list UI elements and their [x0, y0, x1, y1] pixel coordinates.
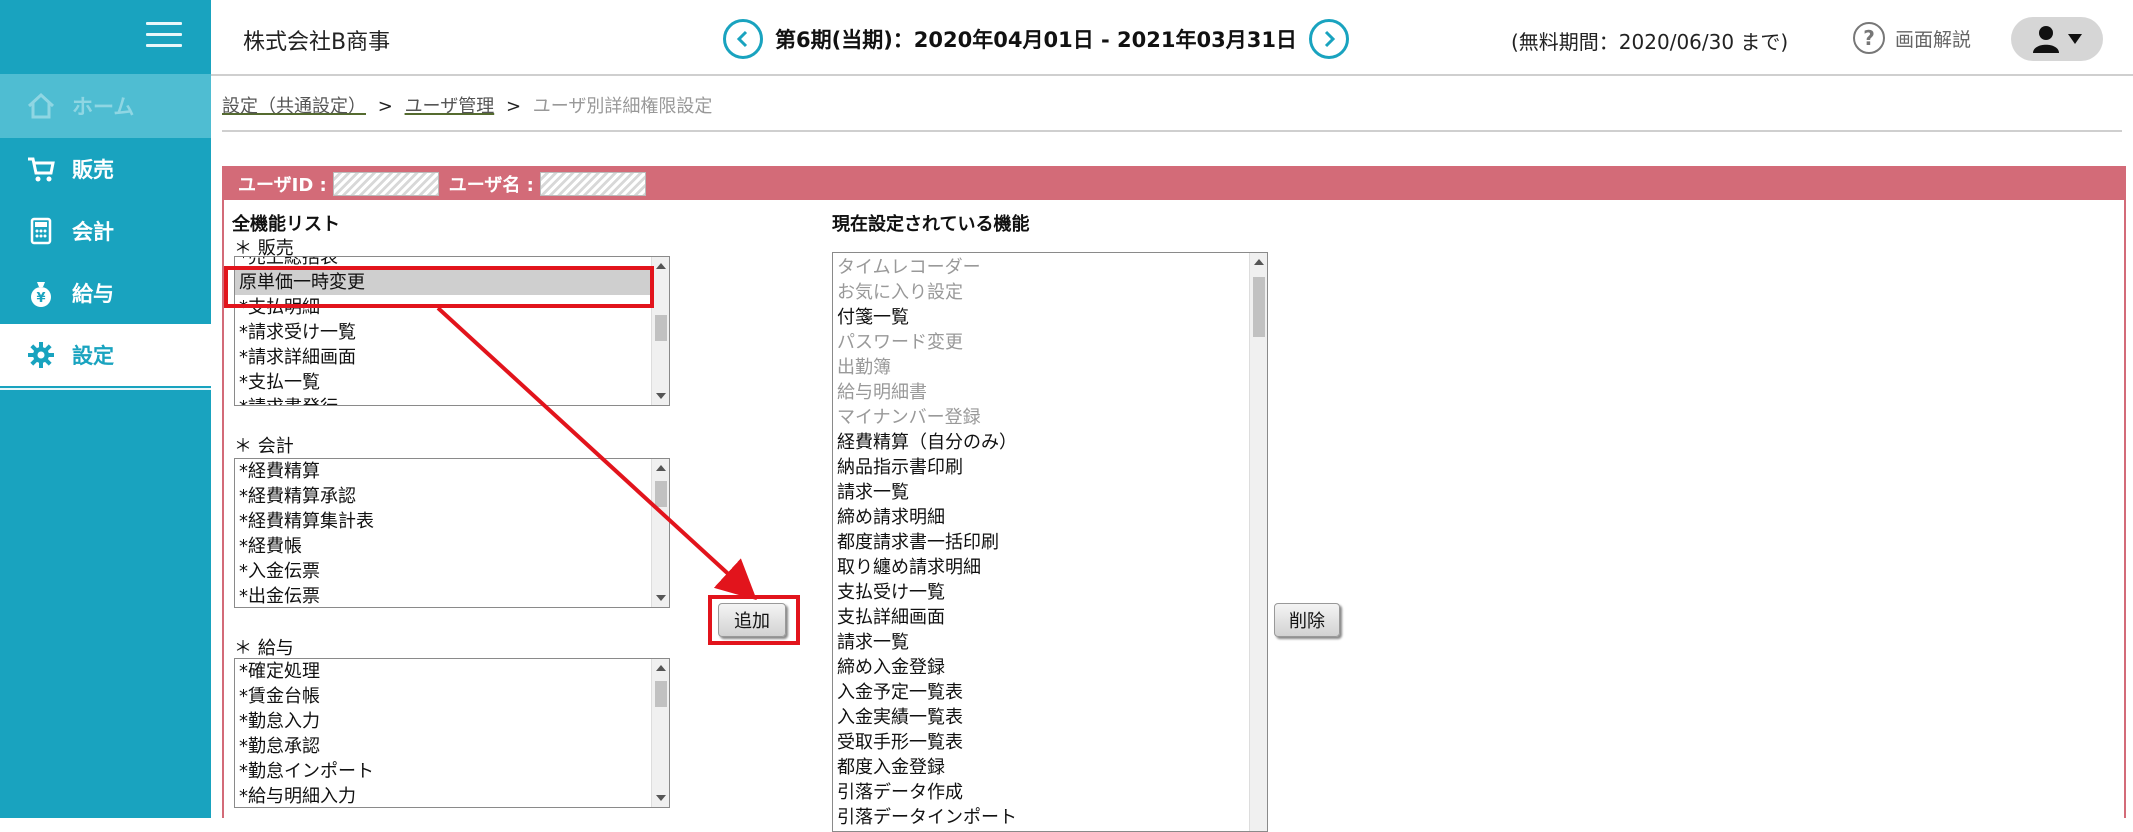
list-item[interactable]: 納品指示書印刷	[833, 455, 1267, 480]
cart-icon	[26, 154, 56, 184]
calculator-icon	[26, 216, 56, 246]
sidebar-item-home[interactable]: ホーム	[0, 74, 211, 138]
company-name: 株式会社B商事	[243, 30, 391, 55]
help-label: 画面解説	[1895, 28, 1972, 51]
sidebar-item-settings[interactable]: 設定	[0, 324, 211, 386]
list-item[interactable]: *給与明細入力	[235, 784, 669, 807]
trial-period: (無料期間：2020/06/30 まで)	[1511, 30, 1789, 54]
highlight-add-button	[708, 595, 800, 645]
sidebar-item-label: 販売	[72, 158, 114, 182]
list-item[interactable]: *支払一覧	[235, 370, 669, 395]
list-item[interactable]: 受取手形一覧表	[833, 730, 1267, 755]
caret-down-icon	[2068, 34, 2082, 44]
question-icon: ?	[1853, 22, 1885, 54]
user-info-bar: ユーザID : ユーザ名 :	[224, 168, 2124, 200]
sidebar-item-sales[interactable]: 販売	[0, 138, 211, 200]
list-item[interactable]: 請求一覧	[833, 480, 1267, 505]
chevron-right-icon	[1324, 30, 1336, 48]
breadcrumb-current: ユーザ別詳細権限設定	[532, 96, 713, 117]
sidebar-item-label: 設定	[72, 344, 114, 368]
list-item[interactable]: *勤怠入力	[235, 709, 669, 734]
breadcrumb-user-management[interactable]: ユーザ管理	[405, 96, 495, 117]
sidebar-item-payroll[interactable]: ¥ 給与	[0, 262, 211, 324]
list-item[interactable]: *経費精算集計表	[235, 509, 669, 534]
list-item[interactable]: 締め入金登録	[833, 655, 1267, 680]
user-icon	[2033, 26, 2059, 53]
menu-toggle-icon[interactable]	[146, 22, 182, 52]
current-function-list[interactable]: タイムレコーダー お気に入り設定 付箋一覧 パスワード変更 出勤簿 給与明細書 マイナンバー…	[832, 252, 1268, 832]
list-item[interactable]: *請求詳細画面	[235, 345, 669, 370]
list-item[interactable]: 都度請求書一括印刷	[833, 530, 1267, 555]
sidebar: ホーム 販売 会計 ¥ 給与 設定	[0, 0, 211, 818]
scrollbar[interactable]	[651, 659, 669, 807]
list-item[interactable]: *請求受け一覧	[235, 320, 669, 345]
next-period-button[interactable]	[1308, 19, 1349, 59]
list-item[interactable]: *入金伝票	[235, 559, 669, 584]
prev-period-button[interactable]	[723, 19, 763, 59]
breadcrumb-settings[interactable]: 設定（共通設定）	[222, 96, 366, 117]
breadcrumb-separator: >	[505, 96, 522, 117]
home-icon	[26, 91, 56, 121]
list-item[interactable]: *経費精算承認	[235, 484, 669, 509]
sidebar-divider	[0, 388, 211, 390]
scrollbar[interactable]	[651, 459, 669, 607]
period-text: 第6期(当期)：2020年04月01日 - 2021年03月31日	[775, 28, 1297, 52]
gear-icon	[26, 340, 56, 370]
group-label-accounting: ＊ 会計	[234, 436, 294, 457]
list-item[interactable]: *請求書発行	[235, 395, 669, 405]
list-item[interactable]: *経費精算	[235, 459, 669, 484]
group-label-payroll: ＊ 給与	[234, 638, 294, 659]
list-item[interactable]: 都度入金登録	[833, 755, 1267, 780]
list-item[interactable]: 支払詳細画面	[833, 605, 1267, 630]
help-link[interactable]: ? 画面解説	[1853, 22, 1971, 54]
list-item[interactable]: パスワード変更	[833, 330, 1267, 355]
highlight-selected-item	[224, 266, 654, 308]
list-item[interactable]: *勤怠インポート	[235, 759, 669, 784]
header: 株式会社B商事 第6期(当期)：2020年04月01日 - 2021年03月31…	[211, 0, 2133, 76]
list-item[interactable]: *経費帳	[235, 534, 669, 559]
all-functions-title: 全機能リスト	[232, 214, 340, 235]
user-menu-button[interactable]	[2011, 17, 2103, 61]
list-item[interactable]: タイムレコーダー	[833, 255, 1267, 280]
current-functions-title: 現在設定されている機能	[832, 214, 1030, 235]
svg-text:¥: ¥	[36, 291, 45, 306]
breadcrumb-separator: >	[377, 96, 393, 117]
list-item[interactable]: 給与明細書	[833, 380, 1267, 405]
breadcrumb: 設定（共通設定） > ユーザ管理 > ユーザ別詳細権限設定	[222, 92, 2122, 132]
sidebar-item-accounting[interactable]: 会計	[0, 200, 211, 262]
delete-button[interactable]: 削除	[1274, 603, 1340, 637]
payroll-function-list[interactable]: *確定処理 *賃金台帳 *勤怠入力 *勤怠承認 *勤怠インポート *給与明細入力	[234, 658, 670, 808]
list-item[interactable]: 入金実績一覧表	[833, 705, 1267, 730]
list-item[interactable]: *確定処理	[235, 659, 669, 684]
list-item[interactable]: *出金伝票	[235, 584, 669, 607]
user-name-label: ユーザ名 :	[448, 175, 534, 196]
list-item[interactable]: 締め請求明細	[833, 505, 1267, 530]
masked-user-name	[539, 172, 646, 196]
list-item[interactable]: マイナンバー登録	[833, 405, 1267, 430]
scrollbar[interactable]	[1249, 253, 1267, 831]
permission-panel: ユーザID : ユーザ名 : 全機能リスト 現在設定されている機能 ＊ 販売 *…	[222, 166, 2126, 832]
list-item[interactable]: 付箋一覧	[833, 305, 1267, 330]
list-item[interactable]: 出勤簿	[833, 355, 1267, 380]
list-item[interactable]: 支払受け一覧	[833, 580, 1267, 605]
period-selector: 第6期(当期)：2020年04月01日 - 2021年03月31日	[723, 18, 1349, 60]
list-item[interactable]: 引落データ作成	[833, 780, 1267, 805]
list-item[interactable]: 請求一覧	[833, 630, 1267, 655]
list-item[interactable]: 経費精算（自分のみ）	[833, 430, 1267, 455]
sidebar-item-label: ホーム	[72, 95, 135, 119]
list-item[interactable]: 入金予定一覧表	[833, 680, 1267, 705]
list-item[interactable]: 取り纏め請求明細	[833, 555, 1267, 580]
list-item[interactable]: *勤怠承認	[235, 734, 669, 759]
money-bag-icon: ¥	[26, 278, 56, 308]
list-item[interactable]: *賃金台帳	[235, 684, 669, 709]
list-item[interactable]: お気に入り設定	[833, 280, 1267, 305]
user-id-label: ユーザID :	[238, 175, 327, 196]
chevron-left-icon	[736, 30, 748, 48]
masked-user-id	[332, 172, 439, 196]
sidebar-item-label: 会計	[72, 220, 114, 244]
accounting-function-list[interactable]: *経費精算 *経費精算承認 *経費精算集計表 *経費帳 *入金伝票 *出金伝票	[234, 458, 670, 608]
sidebar-item-label: 給与	[72, 282, 114, 306]
